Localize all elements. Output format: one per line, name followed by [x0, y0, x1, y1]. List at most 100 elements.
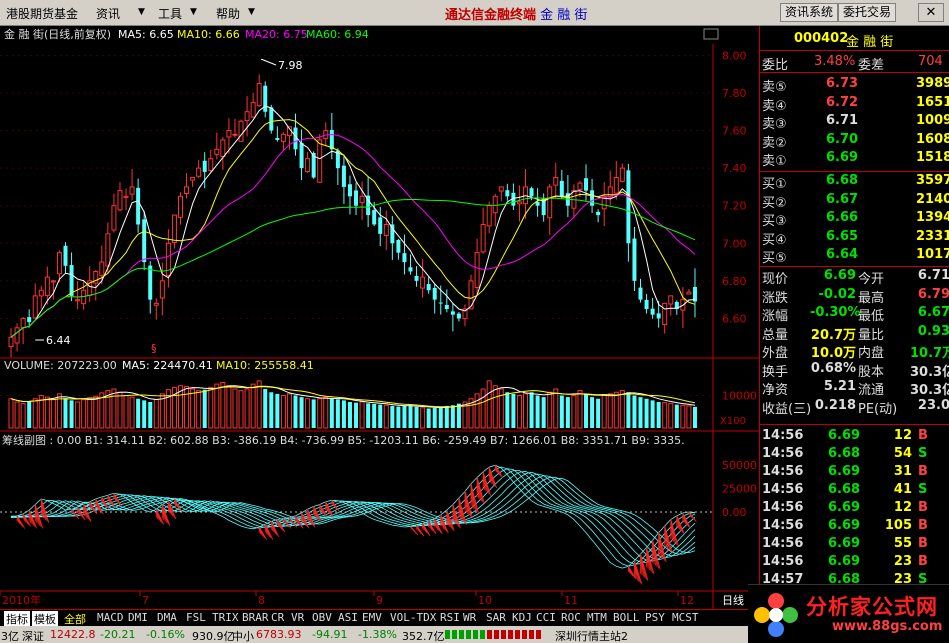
candle[interactable]	[105, 233, 111, 267]
sell-price[interactable]: 6.73	[826, 76, 858, 91]
volume-bar[interactable]	[50, 398, 56, 429]
candle[interactable]	[396, 239, 401, 253]
volume-bar[interactable]	[674, 404, 679, 428]
candle[interactable]	[426, 284, 431, 291]
kline-chart[interactable]: 10000 50000 25000 0.00 金 融 街(日线,前复权) MA5: …	[0, 26, 759, 609]
volume-bar[interactable]	[644, 398, 649, 428]
candle[interactable]	[184, 186, 190, 195]
volume-bar[interactable]	[613, 391, 619, 429]
volume-bar[interactable]	[535, 395, 540, 429]
volume-bar[interactable]	[414, 406, 419, 428]
tab-emv[interactable]: EMV	[362, 611, 382, 624]
volume-bar[interactable]	[111, 388, 117, 429]
tab-dmi[interactable]: DMI	[128, 611, 148, 624]
candle[interactable]	[171, 214, 177, 243]
volume-bar[interactable]	[142, 400, 147, 428]
volume-bar[interactable]	[129, 396, 135, 429]
tab-macd[interactable]: MACD	[97, 611, 124, 624]
candle[interactable]	[486, 205, 492, 227]
menu-info[interactable]: 资讯	[96, 5, 120, 22]
volume-bar[interactable]	[516, 395, 522, 429]
volume-bar[interactable]	[359, 401, 365, 429]
volume-bar[interactable]	[256, 380, 262, 429]
candle[interactable]	[280, 133, 286, 142]
tab-全部[interactable]: 全部	[64, 611, 86, 627]
menu-help[interactable]: 帮助	[216, 5, 240, 22]
volume-bar[interactable]	[523, 393, 528, 429]
tab-dma[interactable]: DMA	[157, 611, 177, 624]
volume-bar[interactable]	[93, 395, 99, 429]
candle[interactable]	[136, 187, 141, 225]
volume-bar[interactable]	[547, 391, 553, 429]
volume-bar[interactable]	[263, 389, 268, 428]
volume-bar[interactable]	[63, 398, 68, 428]
candle[interactable]	[111, 205, 117, 231]
candle[interactable]	[178, 195, 183, 218]
candle[interactable]	[250, 101, 256, 118]
volume-bar[interactable]	[232, 388, 238, 429]
volume-bar[interactable]	[123, 395, 129, 429]
info-system-button[interactable]: 资讯系统	[780, 3, 839, 22]
volume-bar[interactable]	[686, 405, 692, 429]
candle[interactable]	[329, 129, 334, 150]
candle[interactable]	[372, 210, 377, 225]
candle[interactable]	[20, 317, 26, 329]
volume-bar[interactable]	[275, 393, 280, 428]
volume-bar[interactable]	[396, 406, 401, 428]
candle[interactable]	[577, 182, 583, 191]
candle[interactable]	[269, 107, 274, 131]
tab-trix[interactable]: TRIX	[212, 611, 239, 624]
candle[interactable]	[529, 188, 534, 197]
candle[interactable]	[263, 85, 268, 112]
volume-bar[interactable]	[286, 393, 292, 429]
candle[interactable]	[38, 289, 44, 297]
volume-bar[interactable]	[347, 402, 352, 428]
sell-price[interactable]: 6.70	[826, 132, 858, 147]
tab-cci[interactable]: CCI	[536, 611, 556, 624]
volume-bar[interactable]	[584, 393, 589, 428]
candle[interactable]	[123, 195, 129, 198]
volume-bar[interactable]	[438, 406, 443, 428]
candle[interactable]	[244, 111, 250, 122]
candle[interactable]	[626, 170, 631, 244]
candle[interactable]	[644, 299, 649, 310]
candle[interactable]	[142, 219, 147, 263]
candle[interactable]	[8, 336, 14, 348]
candle[interactable]	[63, 245, 68, 266]
candle[interactable]	[117, 190, 123, 211]
candle[interactable]	[492, 195, 498, 214]
volume-bar[interactable]	[293, 395, 298, 429]
sell-price[interactable]: 6.69	[826, 150, 858, 165]
volume-bar[interactable]	[577, 390, 583, 429]
volume-bar[interactable]	[20, 403, 26, 429]
tab-obv[interactable]: OBV	[312, 611, 332, 624]
candle[interactable]	[650, 308, 655, 315]
buy-price[interactable]: 6.66	[826, 210, 858, 225]
candle[interactable]	[547, 186, 553, 219]
candle[interactable]	[516, 201, 522, 205]
candle[interactable]	[414, 275, 419, 281]
tab-指标[interactable]: 指标	[4, 611, 30, 627]
volume-bar[interactable]	[456, 403, 461, 428]
volume-bar[interactable]	[571, 395, 577, 429]
buy-price[interactable]: 6.68	[826, 173, 858, 188]
status-server[interactable]: 深圳行情主站2	[555, 628, 628, 643]
candle[interactable]	[153, 302, 159, 306]
volume-bar[interactable]	[280, 395, 286, 429]
volume-bar[interactable]	[299, 397, 304, 428]
candle[interactable]	[159, 280, 165, 299]
candle[interactable]	[32, 295, 38, 319]
volume-bar[interactable]	[390, 405, 395, 428]
candle[interactable]	[69, 265, 74, 296]
tab-rsi[interactable]: RSI	[440, 611, 460, 624]
volume-bar[interactable]	[607, 393, 613, 429]
volume-bar[interactable]	[190, 388, 196, 429]
volume-bar[interactable]	[208, 386, 214, 429]
candle[interactable]	[438, 302, 443, 304]
volume-bar[interactable]	[632, 395, 637, 429]
candle[interactable]	[390, 224, 395, 244]
volume-bar[interactable]	[559, 395, 564, 429]
volume-bar[interactable]	[87, 397, 93, 429]
volume-bar[interactable]	[226, 385, 232, 429]
candle[interactable]	[450, 311, 455, 315]
